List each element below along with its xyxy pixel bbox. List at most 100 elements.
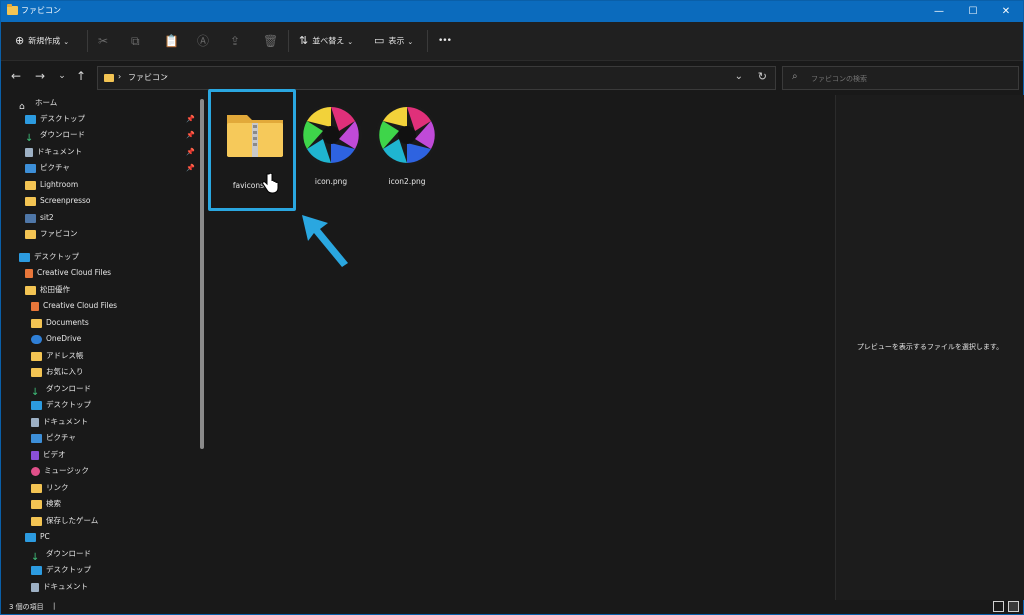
folder-icon [31,499,42,509]
sidebar-item-label: Creative Cloud Files [43,301,118,310]
folder-icon [25,229,36,239]
sidebar-item-music[interactable]: ミュージック [31,463,89,479]
search-box[interactable]: ⌕ [782,66,1019,90]
delete-button[interactable]: 🗑 [263,33,278,49]
file-item-icon-png[interactable]: icon.png [296,103,366,203]
clipboard-icon: 📋 [164,34,179,48]
sidebar-item-creative-cloud-user[interactable]: Creative Cloud Files [31,298,117,314]
sidebar-item-user[interactable]: 松田優作 [25,282,70,298]
more-button[interactable]: ••• [438,33,452,49]
sort-button[interactable]: ⇅ 並べ替え ⌄ [299,33,353,49]
paste-button[interactable]: 📋 [164,33,179,49]
details-view-icon[interactable] [993,601,1004,612]
sidebar-item-desktop-pc[interactable]: デスクトップ [31,562,91,578]
sidebar-item-saved-games[interactable]: 保存したゲーム [31,513,98,529]
pin-icon[interactable]: 📌 [186,131,195,139]
file-item-icon2-png[interactable]: icon2.png [372,103,442,203]
breadcrumb-chevron-icon[interactable]: › [164,72,167,81]
sidebar-item-desktop-root[interactable]: デスクトップ [19,249,79,265]
cut-button[interactable]: ✂ [98,33,108,49]
explorer-window: ファビコン — ☐ ✕ ⊕ 新規作成 ⌄ ✂ ⧉ 📋 Ⓐ ⇪ 🗑 ⇅ 並べ替え ⌄ ▭ 表… [0,0,1024,615]
recent-chevron-icon[interactable]: ⌄ [54,71,70,81]
copy-icon: ⧉ [131,34,140,48]
sidebar-item-sit2[interactable]: sit2 [25,210,54,226]
folder-icon [25,285,36,295]
view-button[interactable]: ▭ 表示 ⌄ [374,33,413,49]
sidebar-item-label: Creative Cloud Files [37,268,112,277]
sidebar-item-downloads[interactable]: ↓ ダウンロード [25,127,85,144]
rename-button[interactable]: Ⓐ [197,33,209,49]
address-bar[interactable]: › ファビコン › ⌄ ↻ [97,66,776,90]
hand-cursor-icon [262,173,279,194]
sidebar-item-pictures[interactable]: ピクチャ [25,160,70,176]
pin-icon[interactable]: 📌 [186,148,195,156]
sidebar-item-home[interactable]: ⌂ ホーム [19,95,58,112]
sidebar-item-searches[interactable]: 検索 [31,496,61,512]
copy-button[interactable]: ⧉ [131,33,140,49]
sidebar-item-documents-jp[interactable]: ドキュメント [31,414,88,430]
divider [427,30,428,52]
pin-icon[interactable]: 📌 [186,164,195,172]
sidebar-item-documents[interactable]: ドキュメント [25,144,82,160]
pin-icon[interactable]: 📌 [186,115,195,123]
sidebar-item-favorites[interactable]: お気に入り [31,364,84,380]
sidebar-item-videos[interactable]: ビデオ [31,447,66,463]
sidebar-item-label: デスクトップ [46,400,91,409]
download-icon: ↓ [25,132,34,144]
sidebar-item-pc[interactable]: PC [25,529,50,545]
sidebar-item-label: Documents [46,318,89,327]
sidebar-item-address-book[interactable]: アドレス帳 [31,348,84,364]
maximize-button[interactable]: ☐ [956,1,990,22]
new-label: 新規作成 [28,36,61,46]
view-label: 表示 [388,36,405,46]
share-button[interactable]: ⇪ [230,33,240,49]
forward-arrow-icon[interactable]: → [32,69,48,83]
chevron-down-icon: ⌄ [407,37,414,46]
sidebar-item-screenpresso[interactable]: Screenpresso [25,193,90,209]
sidebar-item-label: デスクトップ [46,565,91,574]
sidebar-scrollbar[interactable] [200,99,204,449]
sidebar-item-creative-cloud[interactable]: Creative Cloud Files [25,265,111,281]
sidebar-item-pictures-user[interactable]: ピクチャ [31,430,76,446]
home-icon: ⌂ [19,101,25,112]
sidebar-item-lightroom[interactable]: Lightroom [25,177,78,193]
search-input[interactable] [809,71,1013,87]
breadcrumb-item[interactable]: ファビコン [128,72,168,83]
onedrive-icon [31,334,42,344]
rename-icon: Ⓐ [197,34,210,48]
sidebar-item-label: ホーム [35,98,58,107]
title-bar[interactable]: ファビコン — ☐ ✕ [1,1,1023,22]
sidebar-item-label: sit2 [40,213,54,222]
address-dropdown-icon[interactable]: ⌄ [735,71,743,82]
navigation-bar: ← → ⌄ ↑ › ファビコン › ⌄ ↻ ⌕ [1,61,1023,95]
sidebar-item-favicon[interactable]: ファビコン [25,226,78,242]
sidebar-item-label: Screenpresso [40,196,91,205]
highlight-box [208,89,296,211]
sidebar-item-documents-user[interactable]: Documents [31,315,89,331]
sidebar-item-downloads-user[interactable]: ↓ ダウンロード [31,381,91,398]
sidebar-item-desktop-user[interactable]: デスクトップ [31,397,91,413]
sidebar-item-desktop[interactable]: デスクトップ [25,111,85,127]
breadcrumb-chevron-icon[interactable]: › [118,72,121,81]
sidebar-item-label: デスクトップ [40,114,85,123]
minimize-button[interactable]: — [922,1,956,22]
sidebar-item-downloads-pc[interactable]: ↓ ダウンロード [31,546,91,563]
sidebar-item-label: 保存したゲーム [46,516,99,525]
folder-icon [31,351,42,361]
creative-cloud-icon [31,301,39,311]
file-list[interactable]: favicons.zip icon.png icon2.png [206,95,831,600]
up-arrow-icon[interactable]: ↑ [73,69,89,83]
large-icons-view-icon[interactable] [1008,601,1019,612]
new-button[interactable]: ⊕ 新規作成 ⌄ [15,33,69,49]
scissors-icon: ✂ [98,34,109,48]
plus-circle-icon: ⊕ [15,34,25,47]
sidebar-item-links[interactable]: リンク [31,480,69,496]
document-icon [31,417,39,427]
refresh-icon[interactable]: ↻ [758,70,767,83]
preview-pane: プレビューを表示するファイルを選択します。 [835,95,1024,600]
sidebar-item-documents-pc[interactable]: ドキュメント [31,579,88,595]
sidebar-item-label: ドキュメント [43,417,88,426]
close-button[interactable]: ✕ [989,1,1023,22]
back-arrow-icon[interactable]: ← [8,69,24,83]
sidebar-item-onedrive[interactable]: OneDrive [31,331,81,347]
